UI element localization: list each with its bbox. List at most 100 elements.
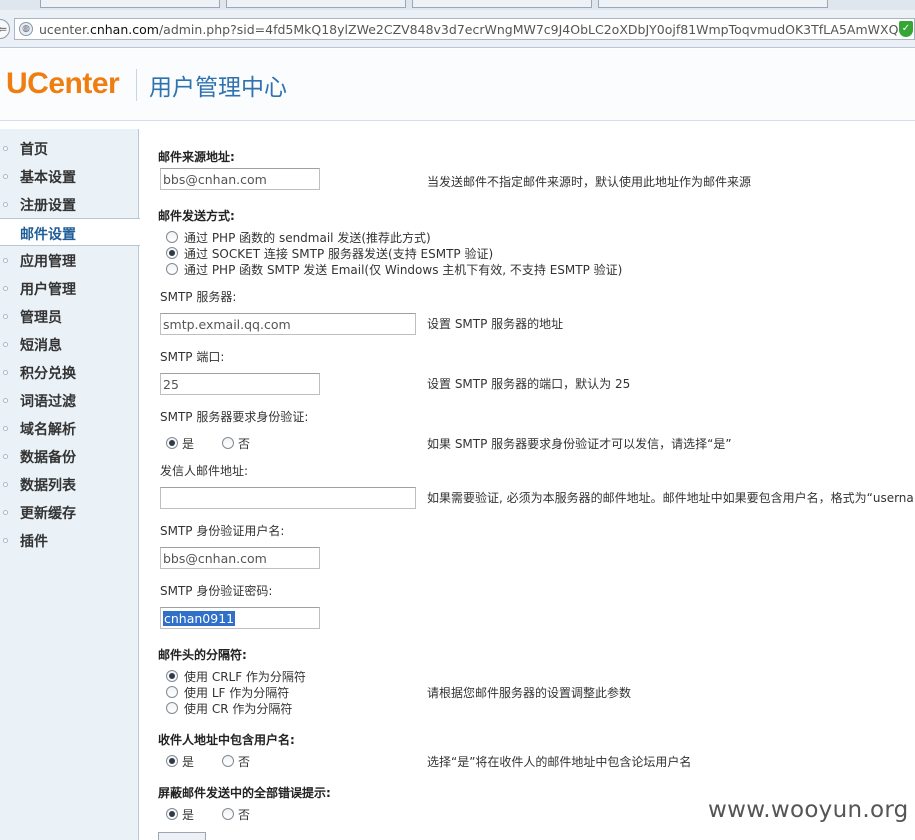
sidebar-item-label: 更新缓存 [20,506,76,522]
sidebar-item-label: 数据列表 [20,478,76,494]
bullet-icon [3,314,8,319]
sender-address-label: 发信人邮件地址: [160,464,249,478]
sidebar-item-label: 应用管理 [20,254,76,270]
smtp-server-input[interactable]: smtp.exmail.qq.com [160,313,416,335]
silent-errors-yes-radio[interactable] [166,808,178,820]
sidebar-item-messages[interactable]: 短消息 [0,330,139,358]
silent-errors-label: 屏蔽邮件发送中的全部错误提示: [158,786,331,800]
sidebar-item-label: 注册设置 [20,198,76,214]
header-divider [136,69,137,101]
silent-errors-no-radio[interactable] [222,808,234,820]
smtp-auth-no-label: 否 [238,437,251,451]
bullet-icon [3,454,8,459]
include-username-label: 收件人地址中包含用户名: [158,733,295,747]
send-method-label: 邮件发送方式: [158,209,235,223]
sidebar-item-basic-settings[interactable]: 基本设置 [0,162,139,190]
sidebar-item-word-filter[interactable]: 词语过滤 [0,386,139,414]
sidebar-item-label: 管理员 [20,310,62,326]
sidebar-item-plugins[interactable]: 插件 [0,526,139,554]
delimiter-option-label: 使用 LF 作为分隔符 [184,686,290,700]
sender-address-note: 如果需要验证, 必须为本服务器的邮件地址。邮件地址中如果要包含用户名，格式为“u… [427,491,914,505]
bullet-icon [3,146,8,151]
sidebar-item-label: 数据备份 [20,450,76,466]
smtp-auth-yes-label: 是 [182,437,195,451]
watermark: www.wooyun.org [708,797,909,823]
bullet-icon [3,538,8,543]
page-title: 用户管理中心 [149,75,287,101]
include-username-no-radio[interactable] [222,755,234,767]
auth-username-input[interactable]: bbs@cnhan.com [160,547,320,569]
mail-settings-form: 邮件来源地址: bbs@cnhan.com 当发送邮件不指定邮件来源时，默认使用… [140,122,915,840]
mail-from-label: 邮件来源地址: [158,150,235,164]
sidebar-item-mail-settings[interactable]: 邮件设置 [0,218,140,246]
bullet-icon [3,174,8,179]
send-method-socket-radio[interactable] [166,247,178,259]
back-arrow-icon[interactable]: ⇐ [0,19,10,39]
include-username-no-label: 否 [238,755,251,769]
smtp-auth-no-radio[interactable] [222,437,234,449]
send-method-php-smtp-radio[interactable] [166,263,178,275]
sidebar-item-user-management[interactable]: 用户管理 [0,274,139,302]
smtp-port-input[interactable]: 25 [160,373,320,395]
selected-text: cnhan0911 [163,611,236,626]
app-header: UCenter 用户管理中心 [0,49,915,121]
submit-button[interactable] [158,832,206,840]
sidebar-item-label: 短消息 [20,338,62,354]
bullet-icon [3,342,8,347]
sidebar-item-update-cache[interactable]: 更新缓存 [0,498,139,526]
bullet-icon [3,286,8,291]
delimiter-lf-radio[interactable] [166,686,178,698]
shield-check-icon[interactable]: ✓ [899,21,913,37]
sidebar-item-label: 插件 [20,534,48,550]
bullet-icon [3,426,8,431]
bullet-icon [3,398,8,403]
sender-address-input[interactable] [160,487,416,509]
delimiter-cr-radio[interactable] [166,702,178,714]
include-username-yes-radio[interactable] [166,755,178,767]
bullet-icon [3,370,8,375]
browser-tab[interactable] [226,0,406,8]
silent-errors-no-label: 否 [238,808,251,822]
auth-password-input[interactable]: cnhan0911 [160,607,320,629]
browser-address-bar: ⇐ ◍ ucenter.cnhan.com/admin.php?sid=4fd5… [0,10,915,48]
delimiter-crlf-radio[interactable] [166,670,178,682]
sidebar-item-label: 积分兑换 [20,366,76,382]
delimiter-option-label: 使用 CRLF 作为分隔符 [184,670,306,684]
sidebar-item-label: 域名解析 [20,422,76,438]
smtp-auth-label: SMTP 服务器要求身份验证: [160,410,309,424]
bullet-icon [3,202,8,207]
browser-tab[interactable] [412,0,592,8]
smtp-auth-yes-radio[interactable] [166,437,178,449]
url-field[interactable]: ◍ ucenter.cnhan.com/admin.php?sid=4fd5Mk… [14,18,915,40]
smtp-server-note: 设置 SMTP 服务器的地址 [427,317,564,331]
header-delimiter-note: 请根据您邮件服务器的设置调整此参数 [427,686,632,700]
sidebar-item-label: 邮件设置 [20,227,76,243]
include-username-yes-label: 是 [182,755,195,769]
sidebar-item-home[interactable]: 首页 [0,134,139,162]
sidebar-item-data-backup[interactable]: 数据备份 [0,442,139,470]
auth-password-label: SMTP 身份验证密码: [160,584,273,598]
silent-errors-yes-label: 是 [182,808,195,822]
url-text: ucenter.cnhan.com/admin.php?sid=4fd5MkQ1… [39,22,899,37]
auth-username-label: SMTP 身份验证用户名: [160,524,285,538]
delimiter-option-label: 使用 CR 作为分隔符 [184,702,293,716]
sidebar-item-data-list[interactable]: 数据列表 [0,470,139,498]
send-method-sendmail-radio[interactable] [166,231,178,243]
browser-tab[interactable] [40,0,220,8]
browser-tab[interactable] [598,0,828,8]
ucenter-logo[interactable]: UCenter [6,67,120,101]
sidebar-item-domain-resolution[interactable]: 域名解析 [0,414,139,442]
sidebar-item-credit-exchange[interactable]: 积分兑换 [0,358,139,386]
send-method-option-label: 通过 PHP 函数的 sendmail 发送(推荐此方式) [184,231,431,245]
smtp-auth-note: 如果 SMTP 服务器要求身份验证才可以发信，请选择“是” [427,437,732,451]
sidebar-item-app-management[interactable]: 应用管理 [0,246,139,274]
sidebar-nav: 首页 基本设置 注册设置 邮件设置 应用管理 用户管理 管理员 短消息 积分兑换… [0,129,140,840]
mail-from-input[interactable]: bbs@cnhan.com [160,168,320,190]
header-delimiter-label: 邮件头的分隔符: [158,648,247,662]
send-method-option-label: 通过 SOCKET 连接 SMTP 服务器发送(支持 ESMTP 验证) [184,247,494,261]
sidebar-item-label: 基本设置 [20,170,76,186]
sidebar-item-label: 用户管理 [20,282,76,298]
sidebar-item-register-settings[interactable]: 注册设置 [0,190,139,218]
smtp-port-note: 设置 SMTP 服务器的端口，默认为 25 [427,377,631,391]
sidebar-item-administrators[interactable]: 管理员 [0,302,139,330]
